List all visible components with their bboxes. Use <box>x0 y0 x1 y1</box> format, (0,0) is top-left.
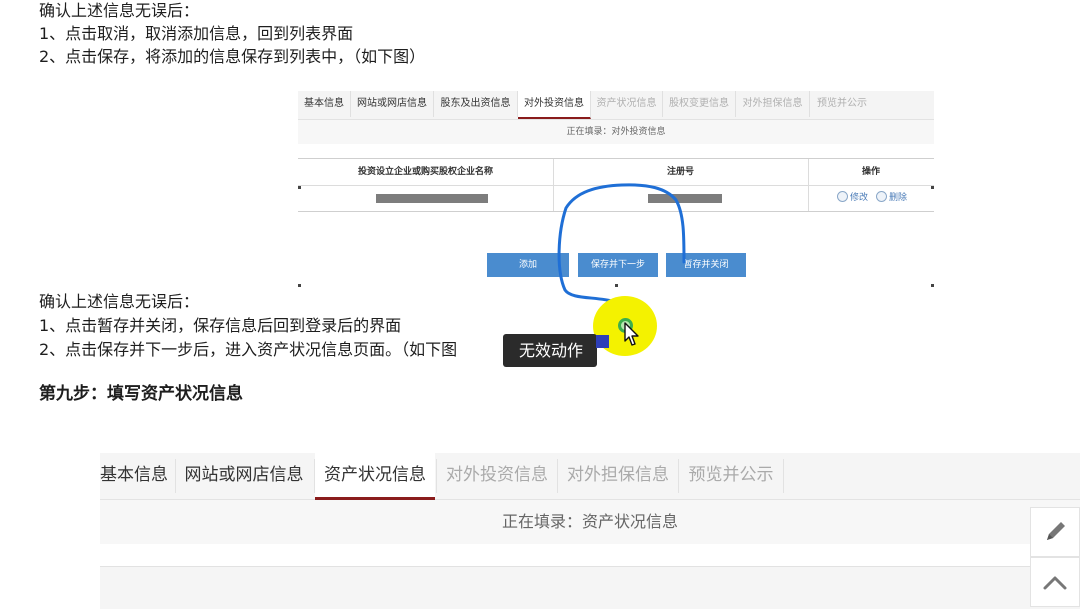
tab-investment-info[interactable]: 对外投资信息 <box>437 453 557 497</box>
tab-website-info[interactable]: 网站或网店信息 <box>176 453 312 497</box>
tab-preview-publish[interactable]: 预览并公示 <box>679 453 783 497</box>
tab-bar-large: 基本信息 网站或网店信息 资产状况信息 对外投资信息 对外担保信息 预览并公示 <box>100 453 1080 500</box>
tooltip-cap <box>596 335 609 348</box>
save-draft-close-button[interactable]: 暂存并关闭 <box>666 253 746 277</box>
doc-line: 2、点击保存，将添加的信息保存到列表中，（如下图） <box>39 47 426 66</box>
tab-asset-info[interactable]: 资产状况信息 <box>591 91 663 117</box>
column-header-reg-number: 注册号 <box>666 167 694 177</box>
filling-status-large: 正在填录：资产状况信息 <box>100 500 1080 544</box>
doc-line: 2、点击保存并下一步后，进入资产状况信息页面。（如下图 <box>39 340 458 359</box>
tab-guarantee-info[interactable]: 对外担保信息 <box>558 453 678 497</box>
tab-equity-change-info[interactable]: 股权变更信息 <box>663 91 736 117</box>
tab-preview-publish[interactable]: 预览并公示 <box>810 91 874 117</box>
selection-handle <box>615 284 618 287</box>
tab-bar: 基本信息 网站或网店信息 股东及出资信息 对外投资信息 资产状况信息 股权变更信… <box>298 91 934 120</box>
cursor-arrow-icon <box>624 322 639 346</box>
edit-link[interactable]: 修改 <box>837 190 868 203</box>
tab-asset-info[interactable]: 资产状况信息 <box>315 453 435 500</box>
edit-icon <box>837 191 848 202</box>
tab-shareholder-info[interactable]: 股东及出资信息 <box>434 91 518 117</box>
doc-line: 确认上述信息无误后： <box>39 292 200 311</box>
tooltip: 无效动作 <box>503 334 598 367</box>
tab-website-info[interactable]: 网站或网店信息 <box>351 91 434 117</box>
column-header-actions: 操作 <box>861 167 880 177</box>
step-heading: 第九步：填写资产状况信息 <box>39 384 243 404</box>
edit-icon <box>1047 522 1065 540</box>
doc-line: 1、点击暂存并关闭，保存信息后回到登录后的界面 <box>39 316 402 335</box>
tab-guarantee-info[interactable]: 对外担保信息 <box>736 91 810 117</box>
back-to-top-icon <box>1043 576 1067 590</box>
column-divider <box>553 159 554 211</box>
selection-handle <box>931 284 934 287</box>
save-and-next-button[interactable]: 保存并下一步 <box>578 253 658 277</box>
add-button[interactable]: 添加 <box>487 253 569 277</box>
column-divider <box>808 159 809 211</box>
redacted-reg-number <box>648 194 722 203</box>
delete-icon <box>876 191 887 202</box>
doc-line: 1、点击取消，取消添加信息，回到列表界面 <box>39 24 354 43</box>
delete-link-label: 删除 <box>889 193 908 203</box>
selection-handle <box>931 186 934 189</box>
column-header-company-name: 投资设立企业或购买股权企业名称 <box>357 167 493 177</box>
form-panel <box>100 566 1080 609</box>
selection-handle <box>298 284 301 287</box>
filling-status: 正在填录：对外投资信息 <box>298 120 934 144</box>
edit-tool-button[interactable] <box>1030 507 1080 557</box>
embedded-screenshot: 基本信息 网站或网店信息 股东及出资信息 对外投资信息 资产状况信息 股权变更信… <box>298 91 934 287</box>
tab-divider <box>783 459 784 493</box>
back-to-top-button[interactable] <box>1030 557 1080 607</box>
tab-investment-info[interactable]: 对外投资信息 <box>518 91 591 119</box>
redacted-company-name <box>376 194 488 203</box>
doc-line: 确认上述信息无误后： <box>39 1 200 20</box>
selection-handle <box>298 186 301 189</box>
delete-link[interactable]: 删除 <box>876 190 907 203</box>
edit-link-label: 修改 <box>850 193 869 203</box>
tab-basic-info[interactable]: 基本信息 <box>100 453 170 497</box>
tab-basic-info[interactable]: 基本信息 <box>298 91 351 117</box>
table-header-row: 投资设立企业或购买股权企业名称 注册号 操作 <box>298 159 934 186</box>
investment-table: 投资设立企业或购买股权企业名称 注册号 操作 修改 删除 <box>298 158 934 212</box>
